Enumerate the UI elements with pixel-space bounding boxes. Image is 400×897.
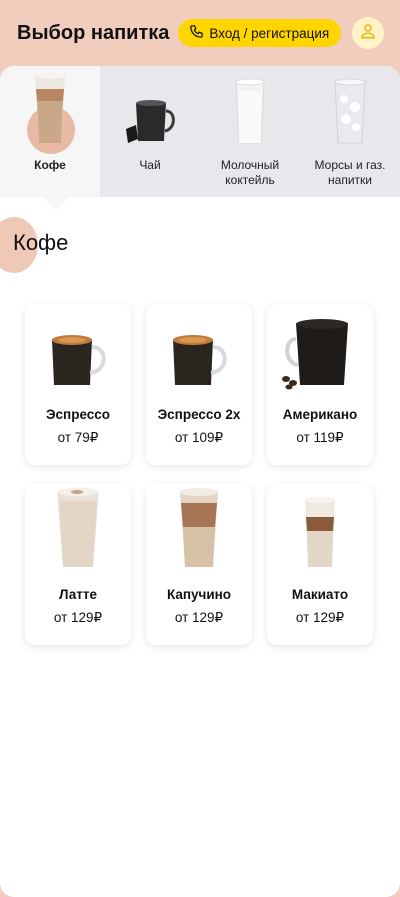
americano-cup-icon [278, 317, 362, 396]
category-tabs: Кофе Чай Молочный коктейль Морсы и газ. … [0, 66, 400, 197]
espresso-cup-icon [46, 329, 110, 396]
double-espresso-cup-icon [167, 329, 231, 396]
product-name: Макиато [291, 587, 349, 602]
product-name: Капучино [166, 587, 232, 602]
tab-drinks[interactable]: Морсы и газ. напитки [300, 66, 400, 197]
product-card-americano[interactable]: Американо от 119₽ [267, 304, 373, 465]
product-price: от 119₽ [296, 430, 344, 445]
user-icon [359, 22, 377, 45]
tab-tea[interactable]: Чай [100, 66, 200, 197]
tab-milkshake[interactable]: Молочный коктейль [200, 66, 300, 197]
product-name: Латте [58, 587, 98, 602]
product-name: Эспрессо 2х [157, 407, 241, 422]
tab-coffee-label: Кофе [34, 158, 66, 172]
header: Выбор напитка Вход / регистрация [0, 0, 400, 66]
product-card-latte[interactable]: Латте от 129₽ [25, 484, 131, 645]
product-card-double-espresso[interactable]: Эспрессо 2х от 109₽ [146, 304, 252, 465]
product-price: от 79₽ [57, 430, 99, 445]
tab-coffee[interactable]: Кофе [0, 66, 100, 197]
tab-drinks-label: Морсы и газ. напитки [314, 158, 386, 187]
section-title: Кофе [13, 230, 69, 255]
tab-milkshake-label: Молочный коктейль [220, 158, 280, 187]
product-name: Эспрессо [45, 407, 111, 422]
product-card-macchiato[interactable]: Макиато от 129₽ [267, 484, 373, 645]
product-price: от 129₽ [53, 610, 103, 625]
product-card-cappuccino[interactable]: Капучино от 129₽ [146, 484, 252, 645]
tea-cup-icon [122, 89, 178, 152]
section-header: Кофе [0, 197, 400, 277]
login-register-button[interactable]: Вход / регистрация [178, 19, 342, 47]
tab-tea-label: Чай [139, 158, 161, 172]
product-price: от 129₽ [174, 610, 224, 625]
product-price: от 109₽ [174, 430, 224, 445]
cappuccino-glass-icon [177, 487, 221, 576]
milkshake-glass-icon [233, 77, 267, 152]
content-panel: Кофе Чай Молочный коктейль Морсы и газ. … [0, 66, 400, 897]
soda-glass-icon [332, 77, 368, 152]
page-title: Выбор напитка [17, 21, 170, 44]
latte-glass-icon [53, 487, 103, 576]
product-price: от 129₽ [295, 610, 345, 625]
product-name: Американо [282, 407, 358, 422]
phone-icon [189, 24, 204, 42]
profile-button[interactable] [352, 17, 384, 49]
product-grid: Эспрессо от 79₽ Эспрессо 2х от 109₽ Амер… [25, 304, 375, 645]
macchiato-glass-icon [302, 495, 338, 576]
product-card-espresso[interactable]: Эспрессо от 79₽ [25, 304, 131, 465]
drink-selection-screen: Выбор напитка Вход / регистрация Кофе Ча… [0, 0, 400, 897]
latte-glass-icon [31, 71, 69, 152]
login-register-label: Вход / регистрация [209, 25, 330, 41]
